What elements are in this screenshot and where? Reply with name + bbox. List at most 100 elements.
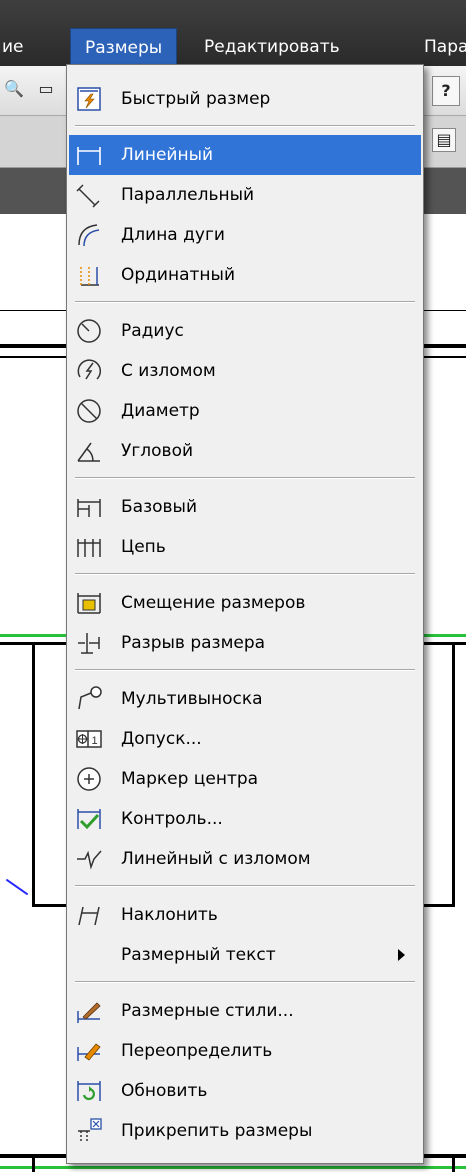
arc-length-icon [75,221,103,249]
menu-item-diameter[interactable]: Диаметр [69,391,421,431]
menu-item-angular[interactable]: Угловой [69,431,421,471]
drawing-line [0,356,70,358]
menu-item-dimension-space[interactable]: Смещение размеров [69,583,421,623]
dimensions-dropdown-menu: Быстрый размер Линейный Параллельный Дли… [66,64,424,1164]
menu-separator [75,477,415,479]
tolerance-icon: 1 [75,725,103,753]
drawing-line [0,642,70,645]
drawing-line [0,310,70,311]
drawing-line [32,1158,35,1172]
oblique-icon [75,901,103,929]
submenu-arrow-icon [398,949,405,961]
quick-dimension-icon [75,85,103,113]
override-icon [75,1037,103,1065]
svg-text:1: 1 [91,735,97,747]
menu-item-tolerance[interactable]: 1 Допуск... [69,719,421,759]
menu-item-label: Размерный текст [121,945,276,965]
green-dimension-line [0,634,70,637]
drawing-line [424,356,466,358]
menu-item-linear[interactable]: Линейный [69,135,421,175]
jogged-radius-icon [75,357,103,385]
baseline-dimension-icon [75,493,103,521]
menu-item-label: Быстрый размер [121,89,271,109]
dimension-break-icon [75,629,103,657]
menu-item-label: С изломом [121,361,216,381]
zoom-icon[interactable]: 🔍 [2,78,26,102]
menu-separator [75,125,415,127]
green-dimension-line [0,1166,466,1169]
layer-properties-icon[interactable]: ▤ [432,128,456,152]
menu-item-inspection[interactable]: Контроль... [69,799,421,839]
green-dimension-line [424,634,466,637]
multileader-icon [75,685,103,713]
drawing-line [424,904,455,907]
menu-item-radius[interactable]: Радиус [69,311,421,351]
menu-item-oblique[interactable]: Наклонить [69,895,421,935]
menu-item-label: Линейный с изломом [121,849,311,869]
menu-separator [75,573,415,575]
menu-separator [75,301,415,303]
help-icon[interactable]: ? [432,76,460,106]
menu-item-label: Допуск... [121,729,202,749]
zoom-window-icon[interactable]: ▭ [34,78,58,102]
menu-separator [75,669,415,671]
continue-dimension-icon [75,533,103,561]
menu-item-label: Цепь [121,537,166,557]
menu-item-label: Смещение размеров [121,593,306,613]
menu-item-label: Параллельный [121,185,255,205]
menu-item-label: Радиус [121,321,184,341]
drawing-line [424,642,466,645]
menu-item-dimension-style[interactable]: Размерные стили... [69,991,421,1031]
menu-item-reassociate[interactable]: Прикрепить размеры [69,1111,421,1151]
angular-dimension-icon [75,437,103,465]
menu-item-label: Длина дуги [121,225,225,245]
menu-item-label: Ординатный [121,265,235,285]
menu-item-ordinate[interactable]: Ординатный [69,255,421,295]
menu-bar: ие Размеры Редактировать Пара [0,0,466,66]
menu-item-label: Мультивыноска [121,689,263,709]
menu-item-label: Маркер центра [121,769,259,789]
center-mark-icon [75,765,103,793]
menu-item-jogged-linear[interactable]: Линейный с изломом [69,839,421,879]
dimension-space-icon [75,589,103,617]
menubar-item-parametric[interactable]: Пара [424,28,466,66]
menu-item-label: Контроль... [121,809,223,829]
menu-item-label: Размерные стили... [121,1001,294,1021]
menu-item-continue[interactable]: Цепь [69,527,421,567]
menubar-item-modify[interactable]: Редактировать [204,28,340,66]
dimension-style-icon [75,997,103,1025]
menu-item-label: Прикрепить размеры [121,1121,313,1141]
menu-separator [75,885,415,887]
radius-icon [75,317,103,345]
drawing-line [452,1158,455,1172]
menu-item-label: Базовый [121,497,198,517]
menu-item-update[interactable]: Обновить [69,1071,421,1111]
drawing-line [32,642,35,904]
menu-item-override[interactable]: Переопределить [69,1031,421,1071]
update-icon [75,1077,103,1105]
menu-item-arc-length[interactable]: Длина дуги [69,215,421,255]
menubar-item-dimensions[interactable]: Размеры [70,28,178,66]
menu-item-label: Переопределить [121,1041,273,1061]
menubar-item-view[interactable]: ие [2,28,24,66]
menu-item-label: Угловой [121,441,194,461]
aligned-dimension-icon [75,181,103,209]
menu-separator [75,981,415,983]
drawing-line [452,642,455,904]
menu-item-center-mark[interactable]: Маркер центра [69,759,421,799]
menu-item-aligned[interactable]: Параллельный [69,175,421,215]
menu-item-quick-dimension[interactable]: Быстрый размер [69,79,421,119]
diameter-icon [75,397,103,425]
menu-item-dimension-text[interactable]: Размерный текст [69,935,421,975]
inspection-icon [75,805,103,833]
ordinate-dimension-icon [75,261,103,289]
menu-item-label: Линейный [121,145,214,165]
menu-item-label: Наклонить [121,905,218,925]
menu-item-dimension-break[interactable]: Разрыв размера [69,623,421,663]
menu-item-jogged[interactable]: С изломом [69,351,421,391]
menu-item-multileader[interactable]: Мультивыноска [69,679,421,719]
drawing-line [32,904,70,907]
blue-leader-line [5,878,29,896]
reassociate-icon [75,1117,103,1145]
menu-item-baseline[interactable]: Базовый [69,487,421,527]
